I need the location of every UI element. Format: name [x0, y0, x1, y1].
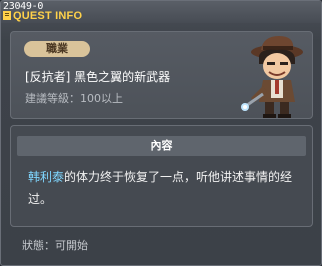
npc-portrait-icon [241, 36, 303, 118]
content-body: 的体力终于恢复了一点，听他讲述事情的经过。 [28, 170, 293, 206]
content-header: 內容 [17, 136, 306, 156]
quest-summary-panel: 職業 [反抗者] 黑色之翼的新武器 建議等級：100以上 [10, 31, 313, 119]
window-title: QUEST INFO [13, 10, 83, 22]
quest-name: [反抗者] 黑色之翼的新武器 [25, 70, 171, 84]
level-requirement: 建議等級：100以上 [25, 92, 123, 105]
title-bar[interactable]: 23049-0 QUEST INFO [1, 1, 321, 23]
content-text: 韩利泰的体力终于恢复了一点，听他讲述事情的经过。 [28, 166, 303, 210]
category-badge: 職業 [24, 41, 90, 57]
quest-info-window: 23049-0 QUEST INFO 職業 [反抗者] 黑色之翼的新武器 建議等… [0, 0, 322, 266]
npc-name-link[interactable]: 韩利泰 [28, 170, 64, 184]
quest-status: 狀態：可開始 [22, 239, 88, 252]
quest-icon [3, 11, 11, 20]
quest-content-panel: 內容 韩利泰的体力终于恢复了一点，听他讲述事情的经过。 [10, 125, 313, 227]
